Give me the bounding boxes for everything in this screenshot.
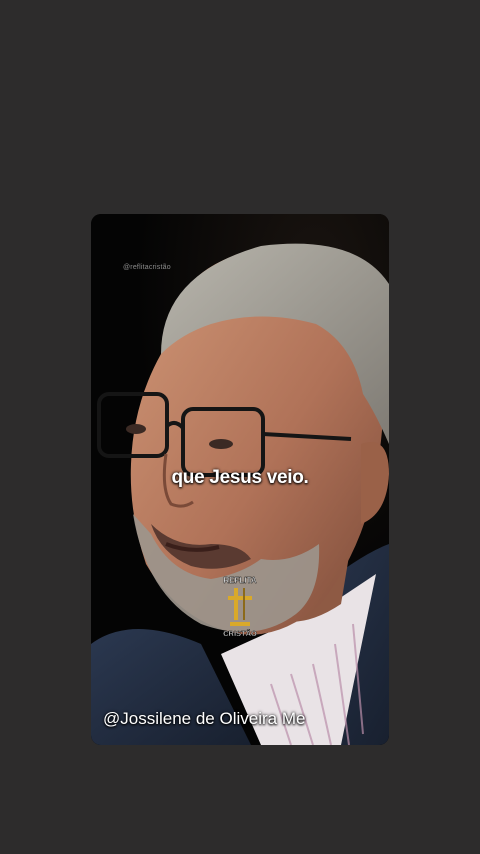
credit-handle: @Jossilene de Oliveira Me bbox=[103, 709, 306, 728]
svg-text:REFLITA: REFLITA bbox=[223, 576, 256, 585]
story-viewer: @reflitacristão que Jesus veio. REFLITA … bbox=[0, 0, 480, 854]
svg-text:CRISTÃO: CRISTÃO bbox=[223, 629, 257, 638]
watermark-handle: @reflitacristão bbox=[123, 264, 171, 271]
video-caption: que Jesus veio. bbox=[171, 467, 309, 488]
video-player[interactable]: @reflitacristão que Jesus veio. REFLITA … bbox=[91, 214, 389, 745]
reflita-cristao-logo: REFLITA CRISTÃO bbox=[223, 576, 257, 638]
